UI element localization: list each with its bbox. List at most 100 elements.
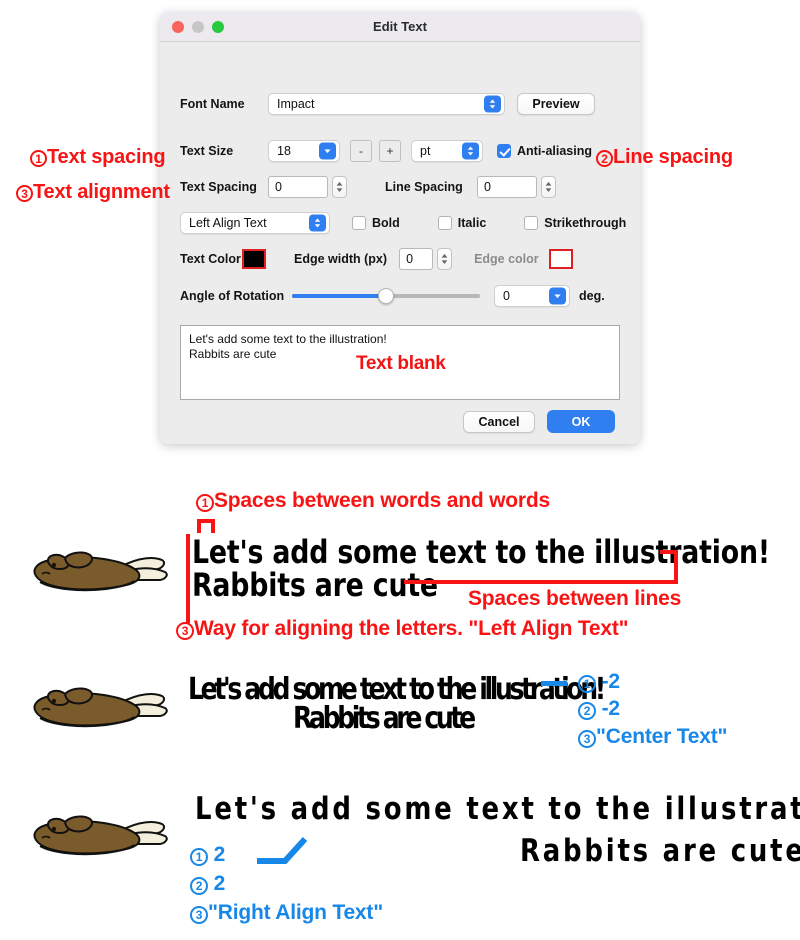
sample1-words-callout: 1 Spaces between words and words: [196, 489, 550, 513]
line-spacing-input[interactable]: 0: [477, 176, 537, 198]
dialog-body: Font Name Impact Preview Text Size 18 - …: [160, 42, 640, 444]
text-spacing-stepper[interactable]: [332, 176, 347, 198]
text-size-label: Text Size: [180, 144, 234, 158]
checkbox-icon: [352, 216, 366, 230]
rabbit-illustration: [33, 687, 168, 728]
sample2-item-2: 2 -2: [578, 697, 620, 721]
increase-size-button[interactable]: +: [379, 140, 401, 162]
slider-thumb[interactable]: [378, 288, 394, 304]
color-row: Text Color Edge width (px) 0 Edge color: [180, 248, 573, 270]
callout-number-3: 3: [190, 906, 208, 924]
callout-number-1: 1: [196, 494, 214, 512]
callout-number-3: 3: [176, 622, 194, 640]
callout-number-3: 3: [16, 185, 33, 202]
text-color-label: Text Color: [180, 252, 241, 266]
sample2-value-1: -2: [601, 670, 620, 693]
callout-text-alignment: 3 Text alignment: [16, 181, 170, 204]
callout-number-2: 2: [190, 877, 208, 895]
rabbit-illustration: [33, 551, 168, 592]
angle-slider[interactable]: [292, 286, 480, 306]
edge-color-swatch[interactable]: [548, 249, 573, 269]
word-space-bracket-left: [197, 519, 201, 533]
callout-line-spacing-label: Line spacing: [613, 146, 733, 168]
checkbox-icon: [524, 216, 539, 230]
sample2-item-3: 3 "Center Text": [578, 725, 727, 749]
sample2-leader-line: [541, 681, 567, 686]
callout-number-1: 1: [30, 150, 47, 167]
callout-number-2: 2: [596, 150, 613, 167]
edge-color-label: Edge color: [474, 252, 539, 266]
ok-button[interactable]: OK: [547, 410, 615, 433]
line-spacing-stepper[interactable]: [541, 176, 556, 198]
sample2-value-2: -2: [601, 697, 620, 720]
callout-number-2: 2: [578, 702, 596, 720]
sample1-lines-label: Spaces between lines: [468, 587, 682, 610]
sample3-value-3: "Right Align Text": [208, 901, 383, 924]
callout-number-1: 1: [190, 848, 208, 866]
sample1-text-line-2: Rabbits are cute: [192, 566, 438, 604]
angle-select[interactable]: 0: [494, 285, 570, 307]
sample3-leader-line: [257, 836, 308, 864]
rabbit-illustration: [33, 815, 168, 856]
sample3-text-line-2: Rabbits are cute: [520, 833, 800, 869]
sample1-align-callout: 3 Way for aligning the letters. "Left Ali…: [176, 617, 629, 641]
bold-label: Bold: [372, 216, 400, 230]
text-input-area[interactable]: Let's add some text to the illustration!…: [180, 325, 620, 400]
cancel-button[interactable]: Cancel: [463, 410, 535, 433]
italic-checkbox[interactable]: Italic: [437, 216, 487, 230]
slider-fill: [292, 294, 386, 298]
callout-number-3: 3: [578, 730, 596, 748]
edge-width-stepper[interactable]: [437, 248, 453, 270]
text-line-1: Let's add some text to the illustration!: [189, 332, 387, 346]
sample3-item-3: 3 "Right Align Text": [190, 901, 383, 925]
size-unit-select[interactable]: pt: [411, 140, 483, 162]
left-align-guide-line: [186, 534, 190, 623]
text-color-swatch[interactable]: [242, 249, 266, 269]
callout-text-spacing-label: Text spacing: [47, 146, 166, 168]
sample1-words-label: Spaces between words and words: [214, 489, 550, 512]
sample2-value-3: "Center Text": [596, 725, 728, 748]
dialog-titlebar[interactable]: Edit Text: [160, 12, 640, 42]
text-spacing-input[interactable]: 0: [268, 176, 328, 198]
checkbox-checked-icon: [497, 144, 511, 158]
chevron-updown-icon: [462, 142, 479, 160]
sample3-item-2: 2 2: [190, 872, 225, 896]
sample3-value-2: 2: [213, 872, 226, 895]
text-size-row: Text Size 18 - + pt Anti-aliasing: [180, 140, 592, 162]
angle-label: Angle of Rotation: [180, 289, 285, 303]
decrease-size-button[interactable]: -: [350, 140, 372, 162]
chevron-updown-icon: [309, 214, 326, 232]
font-name-select[interactable]: Impact: [268, 93, 505, 115]
strikethrough-checkbox[interactable]: Strikethrough: [524, 216, 626, 230]
font-name-label: Font Name: [180, 97, 245, 111]
sample1-align-label: Way for aligning the letters. "Left Alig…: [194, 617, 629, 640]
preview-button[interactable]: Preview: [517, 93, 595, 115]
angle-row: Angle of Rotation 0 deg.: [180, 285, 605, 307]
spacing-row: Text Spacing 0 Line Spacing 0: [180, 176, 556, 198]
line-space-bracket-top: [660, 550, 678, 554]
edge-width-input[interactable]: 0: [399, 248, 434, 270]
angle-unit-label: deg.: [579, 289, 605, 303]
line-space-bracket-bottom: [404, 580, 678, 584]
alignment-value: Left Align Text: [189, 216, 267, 230]
sample3-item-1: 1 2: [190, 843, 225, 867]
word-space-bracket-right: [211, 519, 215, 533]
anti-aliasing-label: Anti-aliasing: [517, 144, 593, 158]
line-space-bracket-right: [674, 550, 678, 584]
callout-number-1: 1: [578, 675, 596, 693]
alignment-select[interactable]: Left Align Text: [180, 212, 330, 234]
chevron-updown-icon: [484, 95, 501, 113]
text-size-select[interactable]: 18: [268, 140, 340, 162]
sample3-value-1: 2: [213, 843, 226, 866]
italic-label: Italic: [457, 216, 487, 230]
bold-checkbox[interactable]: Bold: [352, 216, 400, 230]
edge-width-label: Edge width (px): [294, 252, 388, 266]
text-blank-callout: Text blank: [356, 353, 446, 374]
checkbox-icon: [437, 216, 452, 230]
line-spacing-label: Line Spacing: [385, 180, 463, 194]
chevron-down-icon: [549, 287, 566, 305]
strikethrough-label: Strikethrough: [544, 216, 627, 230]
sample2-item-1: 1 -2: [578, 670, 620, 694]
sample3-text-line-1: Let's add some text to the illustration!: [195, 791, 800, 827]
anti-aliasing-checkbox[interactable]: Anti-aliasing: [497, 144, 592, 158]
